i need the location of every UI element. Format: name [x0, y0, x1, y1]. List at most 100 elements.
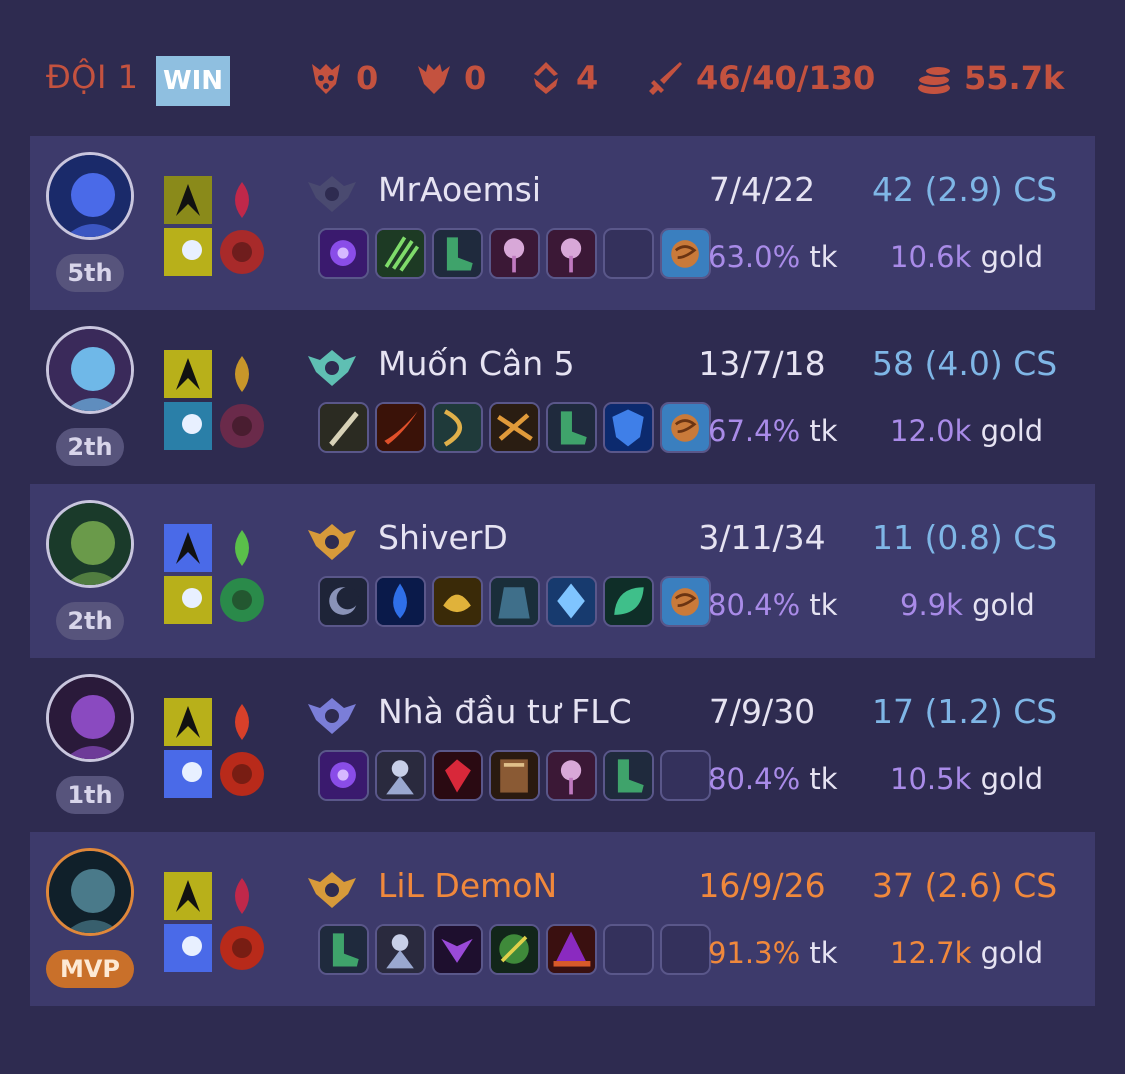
item-orb-green-icon[interactable] — [489, 924, 540, 975]
player-gold: 9.9k gold — [900, 588, 1035, 622]
item-cookie-icon[interactable] — [660, 576, 711, 627]
dragon-count: 4 — [576, 59, 599, 97]
champion-avatar[interactable] — [46, 500, 134, 588]
kill-participation-value: 67.4% — [708, 414, 801, 448]
item-hat-icon[interactable] — [546, 924, 597, 975]
item-bow-icon[interactable] — [432, 402, 483, 453]
player-row[interactable]: 1th Nhà đầu tư FLC 7/9/30 17 (1.2) CS 80… — [30, 658, 1095, 832]
item-staff-icon[interactable] — [546, 750, 597, 801]
item-build — [318, 228, 711, 279]
item-gold-icon[interactable] — [432, 576, 483, 627]
player-row[interactable]: 2th ShiverD 3/11/34 11 (0.8) CS 80.4% tk… — [30, 484, 1095, 658]
item-crystal-icon[interactable] — [546, 576, 597, 627]
item-moon-icon[interactable] — [318, 576, 369, 627]
rank-badge: 1th — [56, 776, 124, 814]
champion-avatar[interactable] — [46, 848, 134, 936]
gold-unit: gold — [972, 588, 1035, 622]
player-name[interactable]: MrAoemsi — [378, 170, 541, 209]
empty-item-slot — [603, 228, 654, 279]
player-name[interactable]: ShiverD — [378, 518, 508, 557]
spell-flash-icon — [164, 228, 212, 276]
rank-emblem-icon — [304, 694, 360, 738]
player-kda: 7/9/30 — [708, 692, 816, 731]
spell-flash-icon — [164, 576, 212, 624]
item-boots-icon[interactable] — [603, 750, 654, 801]
gold-value: 12.7k — [890, 936, 972, 970]
gold-value: 9.9k — [900, 588, 963, 622]
item-cookie-icon[interactable] — [660, 228, 711, 279]
player-name[interactable]: LiL DemoN — [378, 866, 557, 905]
item-build — [318, 402, 711, 453]
dragon-stat: 4 — [526, 58, 598, 98]
kill-participation-value: 80.4% — [708, 762, 801, 796]
item-mage-icon[interactable] — [375, 924, 426, 975]
player-cs: 17 (1.2) CS — [872, 692, 1058, 731]
item-blade-icon[interactable] — [375, 402, 426, 453]
rank-badge: 2th — [56, 428, 124, 466]
item-leaf-icon[interactable] — [603, 576, 654, 627]
rune-tree-icon — [218, 750, 266, 798]
item-cloak-icon[interactable] — [489, 576, 540, 627]
item-staff-icon[interactable] — [546, 228, 597, 279]
item-drop-icon[interactable] — [375, 576, 426, 627]
item-book-icon[interactable] — [489, 750, 540, 801]
rune-precision-icon — [218, 350, 266, 398]
item-boots-icon[interactable] — [318, 924, 369, 975]
kill-participation: 63.0% tk — [708, 240, 838, 274]
item-ruby-icon[interactable] — [432, 750, 483, 801]
item-mask-icon[interactable] — [432, 924, 483, 975]
player-row[interactable]: MVP LiL DemoN 16/9/26 37 (2.6) CS 91.3% … — [30, 832, 1095, 1006]
spell-ghost-icon — [164, 176, 212, 224]
gold-value: 10.6k — [890, 240, 972, 274]
tower-count: 0 — [356, 59, 379, 97]
item-staff-icon[interactable] — [489, 228, 540, 279]
item-shield-icon[interactable] — [603, 402, 654, 453]
item-purple-orb-icon[interactable] — [318, 750, 369, 801]
item-sword-icon[interactable] — [318, 402, 369, 453]
kill-participation-value: 63.0% — [708, 240, 801, 274]
champion-avatar[interactable] — [46, 326, 134, 414]
player-name[interactable]: Nhà đầu tư FLC — [378, 692, 632, 731]
spell-heal-icon — [164, 402, 212, 450]
baron-stat: 0 — [414, 58, 486, 98]
player-kda: 7/4/22 — [708, 170, 816, 209]
item-boots-icon[interactable] — [546, 402, 597, 453]
rank-emblem-icon — [304, 172, 360, 216]
spell-snowball-icon — [164, 524, 212, 572]
item-cookie-icon[interactable] — [660, 402, 711, 453]
kill-participation: 91.3% tk — [708, 936, 838, 970]
player-name[interactable]: Muốn Cân 5 — [378, 344, 575, 383]
team-header: ĐỘI 1 WIN 0 0 4 46/40/130 55.7k — [0, 52, 1125, 108]
kill-participation-value: 91.3% — [708, 936, 801, 970]
item-boots-icon[interactable] — [432, 228, 483, 279]
tower-stat: 0 — [306, 58, 378, 98]
item-crossbow-icon[interactable] — [489, 402, 540, 453]
rune-electrocute-icon — [218, 698, 266, 746]
gold-stat: 55.7k — [914, 58, 1064, 98]
empty-item-slot — [660, 750, 711, 801]
item-mage-icon[interactable] — [375, 750, 426, 801]
kill-participation-unit: tk — [809, 762, 838, 796]
player-cs: 11 (0.8) CS — [872, 518, 1058, 557]
champion-avatar[interactable] — [46, 152, 134, 240]
kill-participation-unit: tk — [809, 240, 838, 274]
empty-item-slot — [660, 924, 711, 975]
kill-participation: 80.4% tk — [708, 588, 838, 622]
champion-avatar[interactable] — [46, 674, 134, 762]
item-claw-icon[interactable] — [375, 228, 426, 279]
spell-snowball-icon — [164, 750, 212, 798]
gold-unit: gold — [980, 414, 1044, 448]
result-badge: WIN — [156, 56, 230, 106]
gold-unit: gold — [980, 936, 1044, 970]
kill-participation-unit: tk — [809, 588, 838, 622]
kill-participation-unit: tk — [809, 936, 838, 970]
rune-green-icon — [218, 576, 266, 624]
gold-value: 10.5k — [890, 762, 972, 796]
player-row[interactable]: 5th MrAoemsi 7/4/22 42 (2.9) CS 63.0% tk… — [30, 136, 1095, 310]
team-label: ĐỘI 1 — [46, 58, 139, 96]
player-kda: 16/9/26 — [698, 866, 826, 905]
gold-value: 12.0k — [890, 414, 972, 448]
kill-participation-unit: tk — [809, 414, 838, 448]
player-row[interactable]: 2th Muốn Cân 5 13/7/18 58 (4.0) CS 67.4%… — [30, 310, 1095, 484]
item-purple-orb-icon[interactable] — [318, 228, 369, 279]
